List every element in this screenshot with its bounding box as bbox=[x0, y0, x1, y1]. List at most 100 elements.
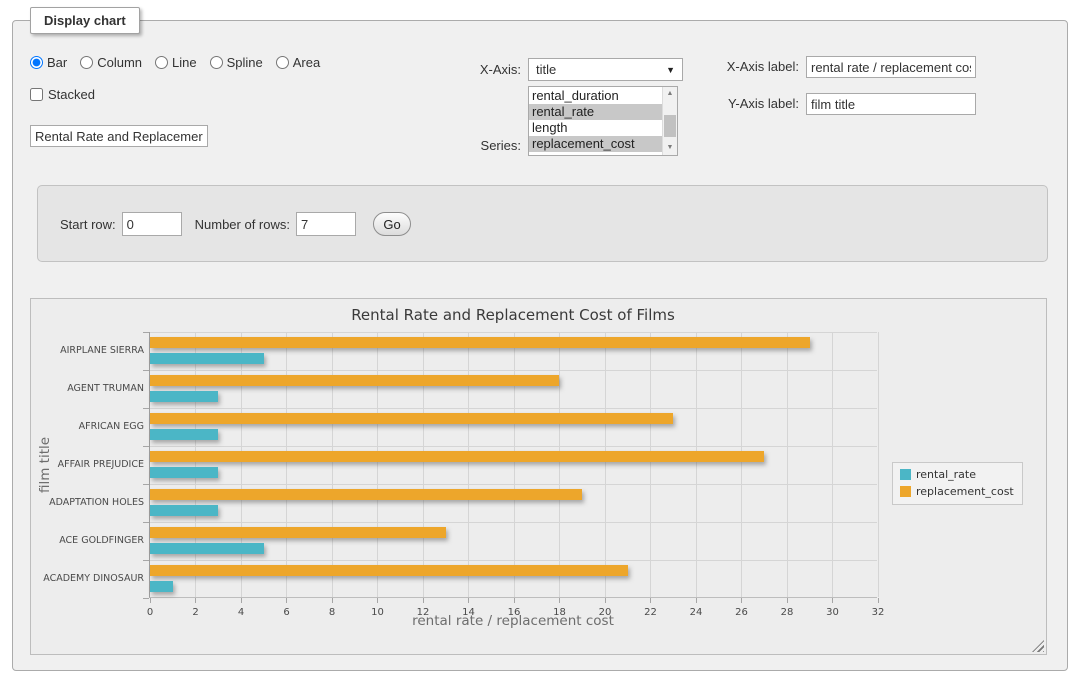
category-label: AFRICAN EGG bbox=[34, 421, 144, 432]
bar-replacement_cost[interactable] bbox=[150, 451, 764, 462]
x-axis-select-label: X-Axis: bbox=[421, 62, 521, 77]
bar-replacement_cost[interactable] bbox=[150, 413, 673, 424]
legend-label: rental_rate bbox=[916, 468, 976, 481]
gridline-horizontal bbox=[150, 408, 877, 409]
y-axis-tick bbox=[143, 332, 149, 333]
y-axis-tick bbox=[143, 446, 149, 447]
chart-type-option-bar[interactable]: Bar bbox=[30, 55, 67, 70]
gridline-vertical bbox=[332, 332, 333, 597]
gridline-horizontal bbox=[150, 560, 877, 561]
legend-item-rental_rate[interactable]: rental_rate bbox=[900, 468, 1014, 481]
scroll-down-icon[interactable]: ▼ bbox=[663, 141, 677, 155]
y-axis-tick bbox=[143, 484, 149, 485]
fieldset-legend: Display chart bbox=[30, 7, 140, 34]
area-radio[interactable] bbox=[276, 56, 289, 69]
x-axis-tick bbox=[332, 598, 333, 603]
gridline-vertical bbox=[832, 332, 833, 597]
x-axis-tick bbox=[468, 598, 469, 603]
gridline-vertical bbox=[468, 332, 469, 597]
number-of-rows-input[interactable] bbox=[296, 212, 356, 236]
bar-rental_rate[interactable] bbox=[150, 429, 218, 440]
y-axis-tick bbox=[143, 560, 149, 561]
chart-type-option-spline[interactable]: Spline bbox=[210, 55, 263, 70]
x-axis-tick bbox=[559, 598, 560, 603]
x-axis-tick bbox=[241, 598, 242, 603]
x-axis-tick bbox=[741, 598, 742, 603]
y-axis-tick bbox=[143, 522, 149, 523]
chart-type-label: Line bbox=[172, 55, 197, 70]
x-axis-tick bbox=[696, 598, 697, 603]
gridline-vertical bbox=[377, 332, 378, 597]
x-axis-title: rental rate / replacement cost bbox=[149, 613, 877, 629]
x-axis-tick bbox=[605, 598, 606, 603]
chart-title: Rental Rate and Replacement Cost of Film… bbox=[149, 306, 877, 324]
stacked-checkbox[interactable] bbox=[30, 88, 43, 101]
bar-rental_rate[interactable] bbox=[150, 467, 218, 478]
spline-radio[interactable] bbox=[210, 56, 223, 69]
x-axis-tick bbox=[878, 598, 879, 603]
bar-replacement_cost[interactable] bbox=[150, 489, 582, 500]
legend-label: replacement_cost bbox=[916, 485, 1014, 498]
legend-item-replacement_cost[interactable]: replacement_cost bbox=[900, 485, 1014, 498]
row-range-controls: Start row: Number of rows: Go bbox=[60, 212, 411, 236]
category-label: ACE GOLDFINGER bbox=[34, 535, 144, 546]
stacked-label: Stacked bbox=[48, 87, 95, 102]
x-axis-select-value: title bbox=[536, 62, 556, 77]
gridline-horizontal bbox=[150, 370, 877, 371]
y-axis-tick bbox=[143, 408, 149, 409]
chart-type-option-area[interactable]: Area bbox=[276, 55, 320, 70]
gridline-horizontal bbox=[150, 522, 877, 523]
column-radio[interactable] bbox=[80, 56, 93, 69]
start-row-input[interactable] bbox=[122, 212, 182, 236]
gridline-vertical bbox=[514, 332, 515, 597]
x-axis-label-label: X-Axis label: bbox=[641, 59, 799, 74]
x-axis-tick bbox=[195, 598, 196, 603]
bar-rental_rate[interactable] bbox=[150, 505, 218, 516]
y-axis-tick bbox=[143, 370, 149, 371]
gridline-vertical bbox=[605, 332, 606, 597]
bar-rental_rate[interactable] bbox=[150, 543, 264, 554]
go-button[interactable]: Go bbox=[373, 212, 411, 236]
category-label: ADAPTATION HOLES bbox=[34, 497, 144, 508]
chart-type-radio-group: Bar Column Line Spline Area bbox=[30, 55, 320, 70]
gridline-vertical bbox=[696, 332, 697, 597]
bar-replacement_cost[interactable] bbox=[150, 527, 446, 538]
bar-rental_rate[interactable] bbox=[150, 353, 264, 364]
series-select-label: Series: bbox=[421, 138, 521, 153]
legend-swatch bbox=[900, 469, 911, 480]
chart-type-label: Column bbox=[97, 55, 142, 70]
bar-rental_rate[interactable] bbox=[150, 581, 173, 592]
chart-type-label: Area bbox=[293, 55, 320, 70]
stacked-option[interactable]: Stacked bbox=[30, 87, 95, 102]
row-range-panel: Start row: Number of rows: Go bbox=[37, 185, 1048, 262]
bar-replacement_cost[interactable] bbox=[150, 565, 628, 576]
display-chart-fieldset: Display chart BarColumnLineSplineArea St… bbox=[12, 20, 1068, 671]
bar-radio[interactable] bbox=[30, 56, 43, 69]
gridline-horizontal bbox=[150, 484, 877, 485]
series-option-length[interactable]: length bbox=[529, 120, 662, 136]
bar-replacement_cost[interactable] bbox=[150, 337, 810, 348]
category-label: AIRPLANE SIERRA bbox=[34, 345, 144, 356]
chart-container: Rental Rate and Replacement Cost of Film… bbox=[30, 298, 1047, 655]
chart-type-option-line[interactable]: Line bbox=[155, 55, 197, 70]
x-axis-label-input[interactable] bbox=[806, 56, 976, 78]
gridline-vertical bbox=[195, 332, 196, 597]
series-option-replacement_cost[interactable]: replacement_cost bbox=[529, 136, 662, 152]
line-radio[interactable] bbox=[155, 56, 168, 69]
bar-rental_rate[interactable] bbox=[150, 391, 218, 402]
gridline-vertical bbox=[741, 332, 742, 597]
chart-legend: rental_rate replacement_cost bbox=[892, 462, 1023, 505]
chart-title-input[interactable] bbox=[30, 125, 208, 147]
bar-replacement_cost[interactable] bbox=[150, 375, 559, 386]
gridline-vertical bbox=[559, 332, 560, 597]
gridline-horizontal bbox=[150, 446, 877, 447]
scrollbar-thumb[interactable] bbox=[664, 115, 676, 137]
chart-type-label: Bar bbox=[47, 55, 67, 70]
page: Display chart Bar Column Line Spline Area St… bbox=[0, 0, 1081, 681]
chart-resize-handle[interactable] bbox=[1032, 640, 1044, 652]
chart-type-option-column[interactable]: Column bbox=[80, 55, 142, 70]
gridline-vertical bbox=[241, 332, 242, 597]
start-row-label: Start row: bbox=[60, 217, 116, 232]
y-axis-label-input[interactable] bbox=[806, 93, 976, 115]
x-axis-tick bbox=[514, 598, 515, 603]
